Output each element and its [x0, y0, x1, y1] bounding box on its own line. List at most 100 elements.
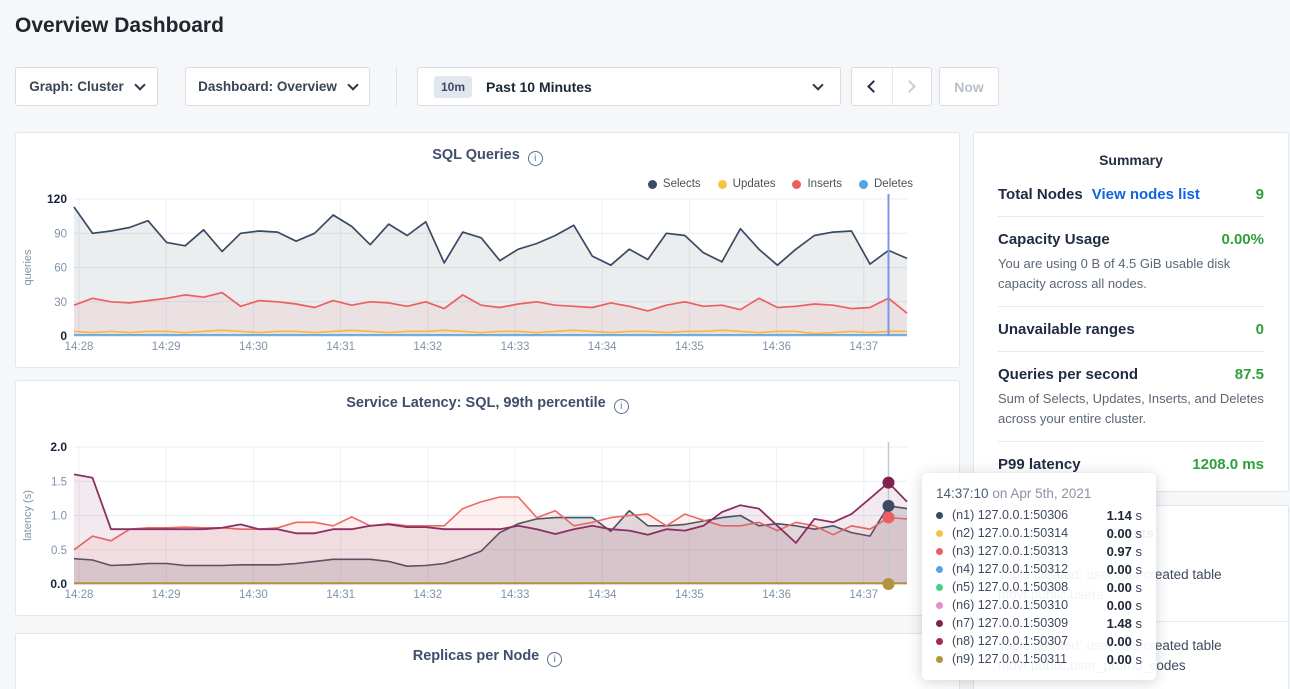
- chart-legend: Selects Updates Inserts Deletes: [648, 178, 913, 190]
- chevron-down-icon: [812, 79, 823, 90]
- x-tick-label: 14:33: [501, 341, 530, 353]
- toolbar-divider: [396, 67, 397, 106]
- legend-dot: [718, 180, 727, 189]
- node-address: (n7) 127.0.0.1:50309: [952, 616, 1107, 630]
- tooltip-node-row: (n3) 127.0.0.1:503130.97 s: [936, 542, 1142, 560]
- latency-unit: s: [1132, 526, 1142, 541]
- tooltip-node-row: (n8) 127.0.0.1:503070.00 s: [936, 632, 1142, 650]
- latency-unit: s: [1132, 652, 1142, 667]
- summary-row: Total NodesView nodes list9: [998, 172, 1264, 217]
- x-tick-label: 14:28: [65, 589, 94, 601]
- x-tick-label: 14:36: [762, 589, 791, 601]
- x-tick-label: 14:31: [326, 341, 355, 353]
- time-range-label: Past 10 Minutes: [486, 79, 592, 95]
- summary-label: Total Nodes: [998, 186, 1083, 203]
- node-address: (n3) 127.0.0.1:50313: [952, 544, 1107, 558]
- summary-value: 1208.0 ms: [1192, 456, 1264, 473]
- y-tick-label: 60: [54, 263, 67, 275]
- summary-subtext: Sum of Selects, Updates, Inserts, and De…: [998, 389, 1264, 428]
- tooltip-rows: (n1) 127.0.0.1:503061.14 s(n2) 127.0.0.1…: [936, 506, 1142, 668]
- x-tick-label: 14:33: [501, 589, 530, 601]
- chart-hover-tooltip: 14:37:10 on Apr 5th, 2021 (n1) 127.0.0.1…: [922, 473, 1156, 680]
- node-latency-value: 0.00 s: [1107, 526, 1142, 541]
- series: [74, 474, 907, 584]
- x-tick-label: 14:34: [588, 589, 617, 601]
- hover-dot: [882, 477, 894, 489]
- chart-title-text: SQL Queries: [432, 147, 520, 163]
- x-tick-label: 14:35: [675, 589, 704, 601]
- now-button[interactable]: Now: [939, 67, 999, 106]
- x-tick-label: 14:32: [413, 589, 442, 601]
- service-latency-chart[interactable]: 14:2814:2914:3014:3114:3214:3314:3414:35…: [17, 441, 958, 613]
- node-latency-value: 1.48 s: [1107, 616, 1142, 631]
- node-color-dot: [936, 656, 943, 663]
- node-latency-value: 0.97 s: [1107, 544, 1142, 559]
- summary-value: 87.5: [1235, 366, 1264, 383]
- latency-unit: s: [1132, 580, 1142, 595]
- info-icon[interactable]: i: [528, 151, 543, 166]
- view-nodes-list-link[interactable]: View nodes list: [1092, 186, 1200, 203]
- series: [74, 207, 907, 336]
- node-color-dot: [936, 638, 943, 645]
- tooltip-node-row: (n1) 127.0.0.1:503061.14 s: [936, 506, 1142, 524]
- chevron-down-icon: [347, 79, 358, 90]
- node-address: (n6) 127.0.0.1:50310: [952, 598, 1107, 612]
- tooltip-node-row: (n2) 127.0.0.1:503140.00 s: [936, 524, 1142, 542]
- y-tick-label: 1.5: [51, 476, 67, 488]
- legend-item-deletes[interactable]: Deletes: [859, 178, 913, 190]
- legend-dot: [792, 180, 801, 189]
- node-address: (n1) 127.0.0.1:50306: [952, 508, 1107, 522]
- node-latency-value: 0.00 s: [1107, 580, 1142, 595]
- y-tick-label: 90: [54, 228, 67, 240]
- summary-value: 0: [1256, 321, 1264, 338]
- legend-item-inserts[interactable]: Inserts: [792, 178, 842, 190]
- legend-dot: [648, 180, 657, 189]
- info-icon[interactable]: i: [547, 652, 562, 667]
- latency-unit: s: [1132, 634, 1142, 649]
- y-axis-label: latency (s): [22, 490, 34, 541]
- tooltip-date: on Apr 5th, 2021: [992, 486, 1091, 501]
- graph-dropdown[interactable]: Graph: Cluster: [15, 67, 158, 106]
- sql-queries-chart[interactable]: 14:2814:2914:3014:3114:3214:3314:3414:35…: [17, 193, 958, 365]
- node-address: (n4) 127.0.0.1:50312: [952, 562, 1107, 576]
- y-tick-label: 0.5: [51, 545, 67, 557]
- page-title: Overview Dashboard: [15, 14, 224, 38]
- node-latency-value: 0.00 s: [1107, 598, 1142, 613]
- tooltip-node-row: (n7) 127.0.0.1:503091.48 s: [936, 614, 1142, 632]
- summary-label: Unavailable ranges: [998, 321, 1135, 338]
- sql-queries-title: SQL Queries i: [16, 147, 959, 166]
- legend-item-selects[interactable]: Selects: [648, 178, 701, 190]
- next-time-button[interactable]: [892, 68, 932, 105]
- latency-unit: s: [1132, 508, 1142, 523]
- node-address: (n8) 127.0.0.1:50307: [952, 634, 1107, 648]
- node-latency-value: 1.14 s: [1107, 508, 1142, 523]
- summary-row: Unavailable ranges 0: [998, 307, 1264, 352]
- latency-unit: s: [1132, 616, 1142, 631]
- service-latency-panel: Service Latency: SQL, 99th percentilei 1…: [15, 380, 960, 616]
- chevron-left-icon: [867, 80, 880, 93]
- node-latency-value: 0.00 s: [1107, 634, 1142, 649]
- prev-time-button[interactable]: [852, 68, 892, 105]
- tooltip-timestamp: 14:37:10 on Apr 5th, 2021: [936, 486, 1142, 501]
- dashboard-dropdown[interactable]: Dashboard: Overview: [185, 67, 370, 106]
- time-range-selector[interactable]: 10m Past 10 Minutes: [417, 67, 841, 106]
- x-tick-label: 14:29: [152, 589, 181, 601]
- chevron-down-icon: [134, 79, 145, 90]
- y-tick-label: 0: [60, 329, 67, 343]
- info-icon[interactable]: i: [614, 399, 629, 414]
- y-tick-label: 2.0: [50, 441, 67, 454]
- node-latency-value: 0.00 s: [1107, 652, 1142, 667]
- tooltip-node-row: (n6) 127.0.0.1:503100.00 s: [936, 596, 1142, 614]
- time-nav-group: [851, 67, 932, 106]
- node-color-dot: [936, 602, 943, 609]
- summary-subtext: You are using 0 B of 4.5 GiB usable disk…: [998, 254, 1264, 293]
- latency-unit: s: [1132, 562, 1142, 577]
- node-address: (n5) 127.0.0.1:50308: [952, 580, 1107, 594]
- legend-item-updates[interactable]: Updates: [718, 178, 776, 190]
- x-tick-label: 14:28: [65, 341, 94, 353]
- x-tick-label: 14:34: [588, 341, 617, 353]
- legend-label: Selects: [663, 178, 701, 190]
- node-color-dot: [936, 584, 943, 591]
- tooltip-time: 14:37:10: [936, 486, 989, 501]
- summary-title: Summary: [998, 133, 1264, 172]
